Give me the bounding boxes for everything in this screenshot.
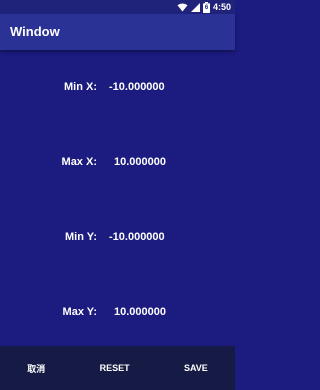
max-x-field[interactable]: 10.000000	[114, 156, 166, 168]
min-y-field[interactable]: -10.000000	[109, 231, 165, 243]
wifi-icon	[177, 3, 188, 12]
app-bar: Window	[0, 14, 235, 50]
status-time: 4:50	[212, 2, 231, 12]
page-title: Window	[10, 24, 60, 39]
cancel-button[interactable]: 取消	[17, 356, 55, 381]
battery-icon: 6	[202, 1, 210, 13]
max-x-label: Max X:	[61, 156, 97, 168]
min-x-field[interactable]: -10.000000	[109, 81, 165, 93]
min-x-label: Min X:	[64, 81, 97, 93]
max-y-row: Max Y: 10.000000	[0, 303, 235, 323]
min-x-row: Min X: -10.000000	[0, 78, 235, 98]
window-settings: Min X: -10.000000 Max X: 10.000000 Min Y…	[0, 50, 235, 346]
max-x-row: Max X: 10.000000	[0, 153, 235, 173]
status-bar: 6 4:50	[0, 0, 235, 14]
min-y-label: Min Y:	[65, 231, 97, 243]
status-icons: 6 4:50	[177, 1, 231, 13]
bottom-action-bar: 取消 RESET SAVE	[0, 346, 235, 390]
signal-icon	[190, 2, 200, 12]
save-button[interactable]: SAVE	[174, 357, 218, 379]
battery-level: 6	[204, 4, 209, 11]
max-y-field[interactable]: 10.000000	[114, 306, 166, 318]
reset-button[interactable]: RESET	[90, 357, 140, 379]
min-y-row: Min Y: -10.000000	[0, 228, 235, 248]
max-y-label: Max Y:	[62, 306, 97, 318]
